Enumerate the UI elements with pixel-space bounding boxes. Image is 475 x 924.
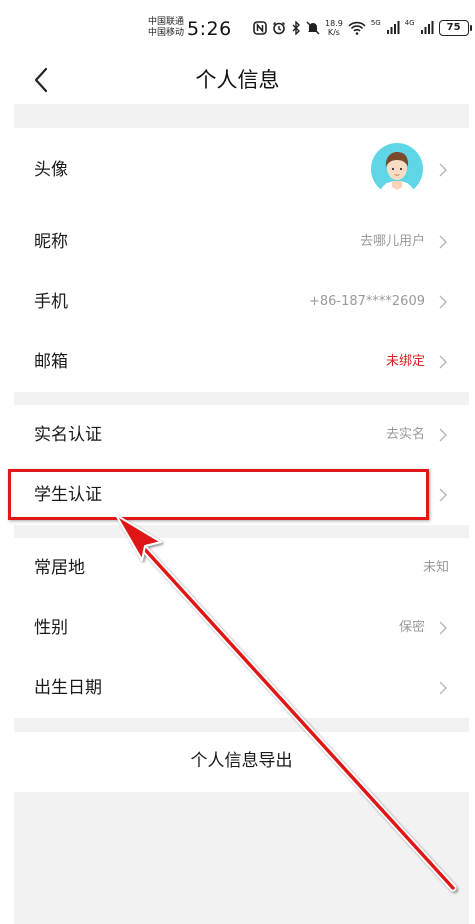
annotation-arrow — [115, 514, 457, 892]
